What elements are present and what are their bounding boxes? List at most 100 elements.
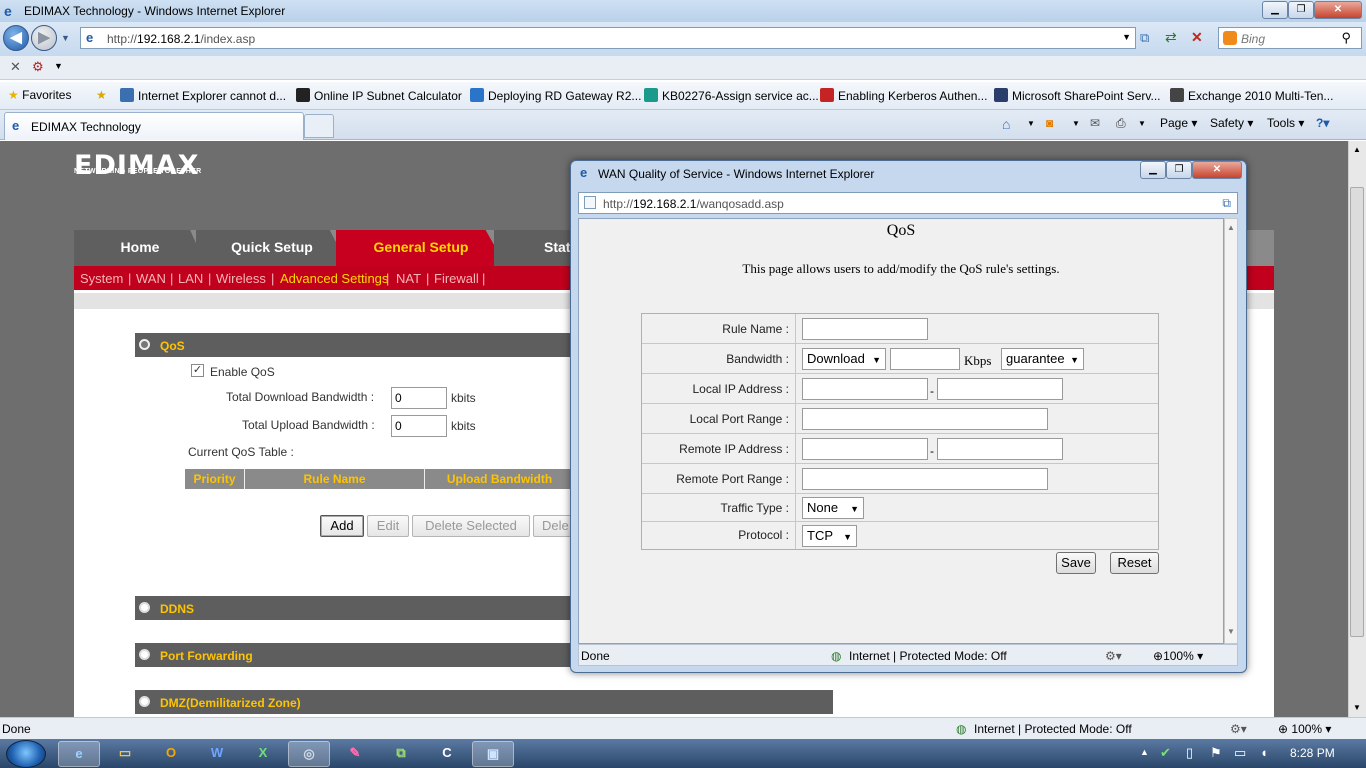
favorite-link[interactable]: Internet Explorer cannot d...: [120, 88, 286, 103]
local-ip-start-input[interactable]: [802, 378, 928, 400]
compatibility-view-icon[interactable]: ⧉: [1140, 30, 1149, 46]
search-input[interactable]: Bing ⚲: [1218, 27, 1362, 49]
home-icon[interactable]: ⌂: [1002, 116, 1010, 132]
total-download-input[interactable]: 0: [391, 387, 447, 409]
scroll-down-icon[interactable]: ▼: [1353, 703, 1361, 712]
taskbar-network-icon[interactable]: ◎: [288, 741, 330, 767]
popup-scroll-down-icon[interactable]: ▼: [1227, 627, 1235, 636]
tray-volume-icon[interactable]: ◖: [1260, 745, 1268, 760]
taskbar-word-icon[interactable]: W: [196, 741, 238, 767]
close-toolbar-icon[interactable]: ✕: [10, 59, 21, 75]
tab-edimax[interactable]: e EDIMAX Technology: [4, 112, 304, 140]
forward-button[interactable]: ▶: [31, 25, 57, 51]
zoom-control[interactable]: ⊕ 100% ▾: [1278, 722, 1331, 736]
bandwidth-input[interactable]: [890, 348, 960, 370]
taskbar-paint-icon[interactable]: ✎: [334, 741, 376, 767]
stop-icon[interactable]: ✕: [1191, 29, 1203, 46]
protected-mode-icon[interactable]: ⚙▾: [1230, 722, 1247, 736]
tray-flag-icon[interactable]: ⚑: [1210, 745, 1222, 761]
tab-quick-setup[interactable]: Quick Setup: [196, 230, 348, 266]
popup-zoom-control[interactable]: ⊕100% ▾: [1153, 649, 1203, 663]
bandwidth-type-select[interactable]: guarantee ▼: [1001, 348, 1084, 370]
subnav-lan[interactable]: LAN: [178, 271, 203, 286]
popup-scroll-up-icon[interactable]: ▲: [1227, 223, 1235, 232]
popup-close-button[interactable]: ✕: [1192, 161, 1242, 179]
local-ip-end-input[interactable]: [937, 378, 1063, 400]
enable-qos-checkbox[interactable]: ✓: [191, 364, 204, 377]
addon-icon[interactable]: ⚙: [32, 59, 44, 75]
start-button[interactable]: [6, 740, 46, 768]
mail-icon[interactable]: ✉: [1090, 116, 1100, 130]
search-icon[interactable]: ⚲: [1341, 30, 1351, 46]
subnav-system[interactable]: System: [80, 271, 123, 286]
favorite-link[interactable]: Exchange 2010 Multi-Ten...: [1170, 88, 1333, 103]
favorites-button[interactable]: ★ Favorites: [8, 88, 71, 102]
taskbar-explorer-icon[interactable]: ▭: [104, 741, 146, 767]
favorite-link[interactable]: KB02276-Assign service ac...: [644, 88, 819, 103]
taskbar-outlook-icon[interactable]: O: [150, 741, 192, 767]
subnav-wan[interactable]: WAN: [136, 271, 166, 286]
taskbar-app-icon[interactable]: ⧉: [380, 741, 422, 767]
section-dmz[interactable]: DMZ(Demilitarized Zone): [135, 690, 833, 714]
favorite-link[interactable]: Enabling Kerberos Authen...: [820, 88, 987, 103]
protocol-select[interactable]: TCP ▼: [802, 525, 857, 547]
tab-general-setup[interactable]: General Setup: [336, 230, 506, 266]
subnav-firewall[interactable]: Firewall: [434, 271, 479, 286]
close-button[interactable]: ✕: [1314, 1, 1362, 19]
scroll-up-icon[interactable]: ▲: [1353, 145, 1361, 154]
rule-name-input[interactable]: [802, 318, 928, 340]
taskbar-ie-icon[interactable]: e: [58, 741, 100, 767]
popup-address-bar[interactable]: http://192.168.2.1/wanqosadd.asp ⧉: [578, 192, 1238, 214]
favorite-link[interactable]: Online IP Subnet Calculator: [296, 88, 462, 103]
tray-network-icon[interactable]: ✔: [1160, 745, 1171, 761]
taskbar-c-icon[interactable]: C: [426, 741, 468, 767]
history-dropdown-icon[interactable]: ▼: [61, 33, 70, 43]
popup-compat-icon[interactable]: ⧉: [1222, 196, 1231, 211]
traffic-type-select[interactable]: None ▼: [802, 497, 864, 519]
subnav-nat[interactable]: NAT: [396, 271, 421, 286]
scroll-thumb[interactable]: [1350, 187, 1364, 637]
add-button[interactable]: Add: [320, 515, 364, 537]
remote-ip-end-input[interactable]: [937, 438, 1063, 460]
taskbar-excel-icon[interactable]: X: [242, 741, 284, 767]
remote-port-input[interactable]: [802, 468, 1048, 490]
maximize-button[interactable]: ❐: [1288, 1, 1314, 19]
favorite-link[interactable]: Microsoft SharePoint Serv...: [994, 88, 1161, 103]
tray-battery-icon[interactable]: ▯: [1186, 745, 1193, 761]
add-favorite-icon[interactable]: ★: [96, 88, 107, 102]
local-port-input[interactable]: [802, 408, 1048, 430]
addon-dropdown-icon[interactable]: ▼: [54, 61, 63, 71]
total-upload-input[interactable]: 0: [391, 415, 447, 437]
safety-menu[interactable]: Safety ▾: [1210, 116, 1253, 130]
tools-menu[interactable]: Tools ▾: [1267, 116, 1304, 130]
back-button[interactable]: ◀: [3, 25, 29, 51]
popup-maximize-button[interactable]: ❐: [1166, 161, 1192, 179]
tray-expand-icon[interactable]: ▲: [1140, 747, 1149, 757]
remote-ip-start-input[interactable]: [802, 438, 928, 460]
delete-selected-button[interactable]: Delete Selected: [412, 515, 530, 537]
page-menu[interactable]: Page ▾: [1160, 116, 1197, 130]
address-dropdown-icon[interactable]: ▼: [1122, 32, 1131, 42]
help-icon[interactable]: ?▾: [1316, 116, 1329, 130]
tray-monitor-icon[interactable]: ▭: [1234, 745, 1246, 761]
reset-button[interactable]: Reset: [1110, 552, 1159, 574]
new-tab-button[interactable]: [304, 114, 334, 138]
tab-home[interactable]: Home: [74, 230, 206, 266]
print-icon[interactable]: ⎙: [1116, 116, 1126, 131]
save-button[interactable]: Save: [1056, 552, 1096, 574]
home-dropdown-icon[interactable]: ▼: [1027, 119, 1035, 128]
subnav-wireless[interactable]: Wireless: [216, 271, 266, 286]
favorite-link[interactable]: Deploying RD Gateway R2...: [470, 88, 641, 103]
taskbar-clock[interactable]: 8:28 PM: [1290, 746, 1335, 760]
taskbar-remote-icon[interactable]: ▣: [472, 741, 514, 767]
page-scrollbar[interactable]: ▲ ▼: [1348, 141, 1366, 717]
subnav-advanced-settings[interactable]: Advanced Settings: [280, 271, 388, 286]
popup-scrollbar[interactable]: ▲ ▼: [1224, 218, 1238, 644]
feeds-icon[interactable]: ◙: [1046, 116, 1053, 130]
bandwidth-direction-select[interactable]: Download ▼: [802, 348, 886, 370]
refresh-icon[interactable]: ⇄: [1165, 29, 1177, 46]
feeds-dropdown-icon[interactable]: ▼: [1072, 119, 1080, 128]
delete-all-button[interactable]: Dele: [533, 515, 573, 537]
edit-button[interactable]: Edit: [367, 515, 409, 537]
address-bar[interactable]: e http://192.168.2.1/index.asp ▼: [80, 27, 1136, 49]
